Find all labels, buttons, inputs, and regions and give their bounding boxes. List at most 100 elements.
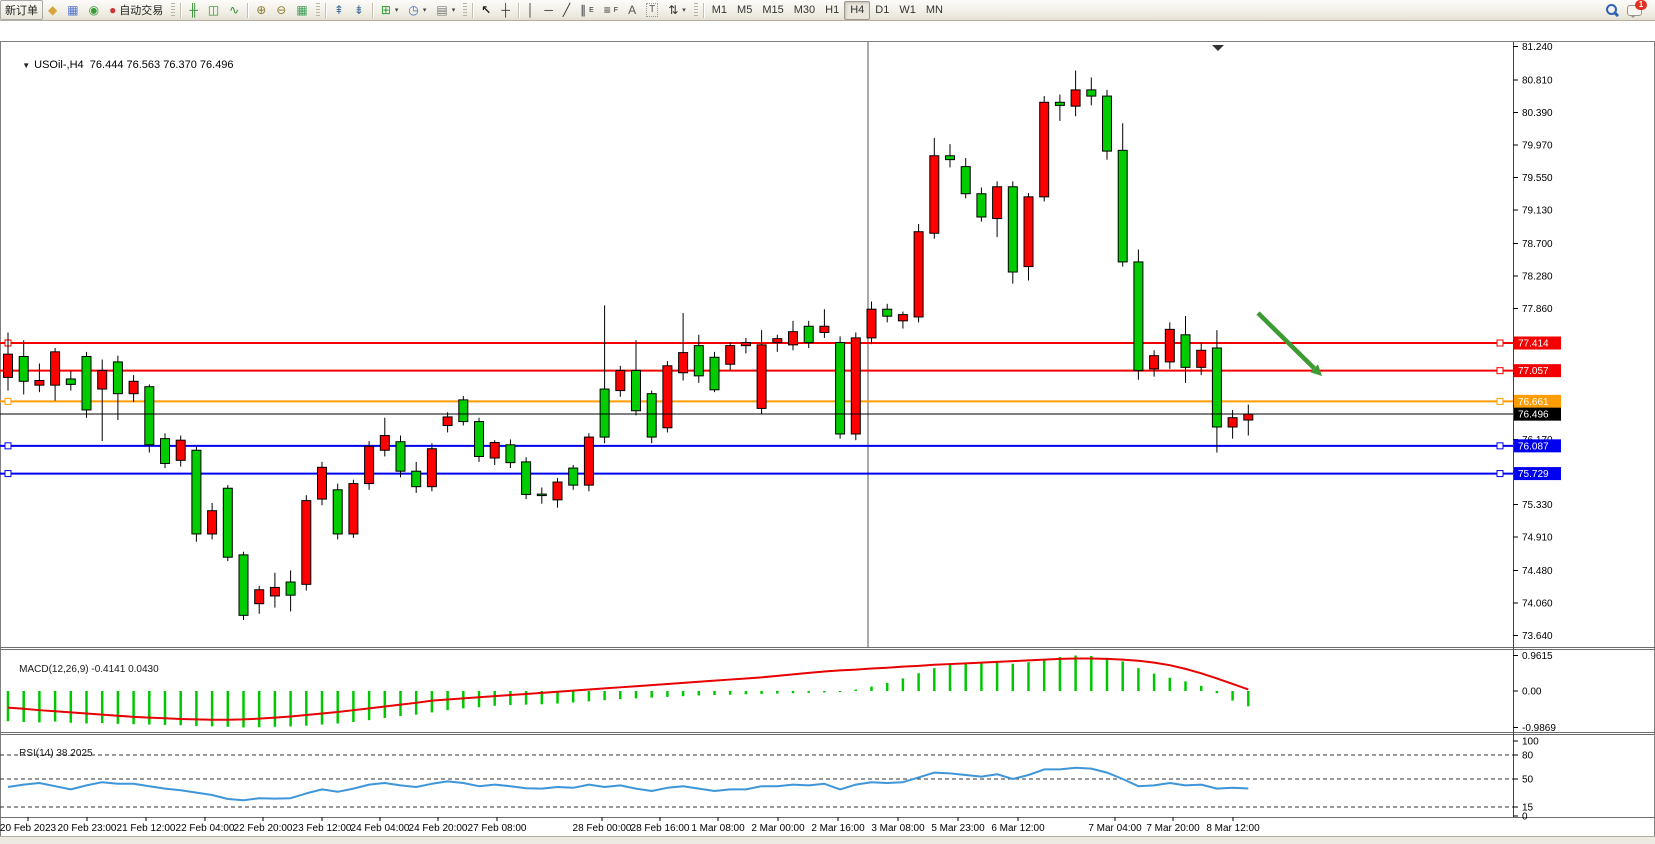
market-watch-button[interactable]: ▦: [62, 0, 83, 20]
trendline-tool-button[interactable]: ╱: [558, 0, 575, 20]
rsi-pane-label: RSI(14) 38.2025: [8, 737, 93, 770]
svg-text:74.910: 74.910: [1522, 533, 1553, 544]
svg-text:7 Mar 20:00: 7 Mar 20:00: [1146, 823, 1200, 834]
timeframe-mn-button[interactable]: MN: [921, 2, 948, 19]
cursor-tool-button[interactable]: ↖: [476, 0, 496, 20]
vertical-line-tool-button[interactable]: │: [522, 0, 540, 20]
svg-text:24 Feb 20:00: 24 Feb 20:00: [409, 823, 468, 834]
separator: [325, 3, 326, 18]
svg-text:22 Feb 04:00: 22 Feb 04:00: [176, 823, 235, 834]
timeframe-d1-button[interactable]: D1: [870, 2, 894, 19]
toolbar-grip: [694, 3, 698, 17]
rsi-value: 38.2025: [56, 748, 92, 759]
chart-profile-button[interactable]: ◆: [43, 0, 62, 20]
template-menu-button[interactable]: ▤▾: [431, 0, 460, 20]
svg-text:78.700: 78.700: [1522, 239, 1553, 250]
hline-handle[interactable]: [5, 443, 11, 449]
svg-text:24 Feb 04:00: 24 Feb 04:00: [351, 823, 410, 834]
text-tool-button[interactable]: A: [623, 0, 641, 20]
fibonacci-icon: ≡: [604, 4, 611, 16]
label-tool-button[interactable]: T: [641, 0, 663, 20]
zoom-in-icon: ⊕: [256, 4, 266, 16]
svg-text:76.087: 76.087: [1518, 441, 1549, 452]
trendline-icon: ╱: [563, 4, 570, 16]
tile-windows-button[interactable]: ▦: [291, 0, 312, 20]
svg-text:1 Mar 08:00: 1 Mar 08:00: [691, 823, 745, 834]
notifications-icon[interactable]: 1: [1627, 2, 1645, 18]
ohlc-readout: 76.444 76.563 76.370 76.496: [90, 59, 234, 71]
timeframe-m15-button[interactable]: M15: [757, 2, 788, 19]
svg-text:74.060: 74.060: [1522, 598, 1553, 609]
autotrading-button[interactable]: ● 自动交易: [104, 0, 168, 20]
hline-handle[interactable]: [1497, 340, 1503, 346]
svg-text:80.810: 80.810: [1522, 75, 1553, 86]
svg-text:75.729: 75.729: [1518, 469, 1549, 480]
data-window-icon: ◉: [89, 4, 99, 16]
hline-handle[interactable]: [5, 398, 11, 404]
timeframe-w1-button[interactable]: W1: [894, 2, 921, 19]
indicator-down-icon: ⇟: [354, 4, 364, 16]
svg-text:0: 0: [1522, 812, 1528, 823]
svg-text:50: 50: [1522, 775, 1534, 786]
timeframe-m5-button[interactable]: M5: [732, 2, 757, 19]
bar-chart-mode-button[interactable]: ╫: [184, 0, 203, 20]
hline-handle[interactable]: [1497, 443, 1503, 449]
new-order-button[interactable]: 新订单: [0, 0, 43, 20]
timeframe-m30-button[interactable]: M30: [789, 2, 820, 19]
main-chart-svg[interactable]: 81.24080.81080.39079.97079.55079.13078.7…: [0, 20, 1655, 843]
separator: [180, 3, 181, 18]
crosshair-icon: ┼: [501, 4, 510, 16]
search-icon[interactable]: [1604, 3, 1619, 18]
text-tool-icon: A: [628, 4, 636, 16]
hline-handle[interactable]: [5, 471, 11, 477]
zoom-out-button[interactable]: ⊖: [271, 0, 291, 20]
profile-diamond-icon: ◆: [48, 4, 57, 16]
line-chart-mode-button[interactable]: ∿: [224, 0, 244, 20]
macd-pane-label: MACD(12,26,9) -0.4141 0.0430: [8, 653, 159, 686]
svg-text:77.860: 77.860: [1522, 304, 1553, 315]
crosshair-tool-button[interactable]: ┼: [496, 0, 515, 20]
separator: [703, 3, 704, 18]
timeframe-m1-button[interactable]: M1: [707, 2, 732, 19]
symbol-period-label: USOil-,H4: [34, 59, 84, 71]
cursor-icon: ↖: [481, 4, 491, 16]
timeframe-h1-button[interactable]: H1: [820, 2, 844, 19]
svg-text:78.280: 78.280: [1522, 271, 1553, 282]
indicator-window-up-button[interactable]: ⇞: [329, 0, 349, 20]
zoom-out-icon: ⊖: [276, 4, 286, 16]
separator: [472, 3, 473, 18]
market-watch-icon: ▦: [67, 4, 78, 16]
bar-chart-icon: ╫: [189, 4, 198, 16]
chevron-down-icon: ▾: [452, 6, 456, 14]
tile-windows-icon: ▦: [296, 4, 307, 16]
add-indicator-button[interactable]: ⊞▾: [376, 0, 404, 20]
svg-text:0.9615: 0.9615: [1522, 651, 1553, 662]
separator: [518, 3, 519, 18]
hline-handle[interactable]: [1497, 368, 1503, 374]
notification-badge: 1: [1635, 0, 1647, 10]
candlestick-mode-button[interactable]: ◫: [203, 0, 224, 20]
collapse-chart-title-icon[interactable]: ▼: [22, 61, 30, 70]
chart-window: 81.24080.81080.39079.97079.55079.13078.7…: [0, 20, 1655, 823]
template-icon: ▤: [436, 4, 447, 16]
zoom-in-button[interactable]: ⊕: [251, 0, 271, 20]
arrows-tool-button[interactable]: ⇅▾: [663, 0, 691, 20]
svg-text:77.057: 77.057: [1518, 366, 1549, 377]
svg-text:28 Feb 16:00: 28 Feb 16:00: [631, 823, 690, 834]
fibonacci-tool-button[interactable]: ≡F: [599, 0, 623, 20]
data-window-button[interactable]: ◉: [84, 0, 104, 20]
svg-text:79.550: 79.550: [1522, 173, 1553, 184]
timeframe-h4-button[interactable]: H4: [844, 1, 870, 20]
horizontal-line-tool-button[interactable]: ─: [539, 0, 558, 20]
svg-text:76.661: 76.661: [1518, 397, 1549, 408]
svg-text:77.414: 77.414: [1518, 339, 1549, 350]
indicator-window-down-button[interactable]: ⇟: [349, 0, 369, 20]
add-indicator-icon: ⊞: [381, 4, 391, 16]
chevron-down-icon: ▾: [682, 6, 686, 14]
autotrading-icon: ●: [109, 4, 116, 16]
period-menu-button[interactable]: ◷▾: [403, 0, 431, 20]
svg-text:2 Mar 00:00: 2 Mar 00:00: [751, 823, 805, 834]
hline-handle[interactable]: [1497, 398, 1503, 404]
channel-tool-button[interactable]: ∥E: [575, 0, 599, 20]
hline-handle[interactable]: [1497, 471, 1503, 477]
